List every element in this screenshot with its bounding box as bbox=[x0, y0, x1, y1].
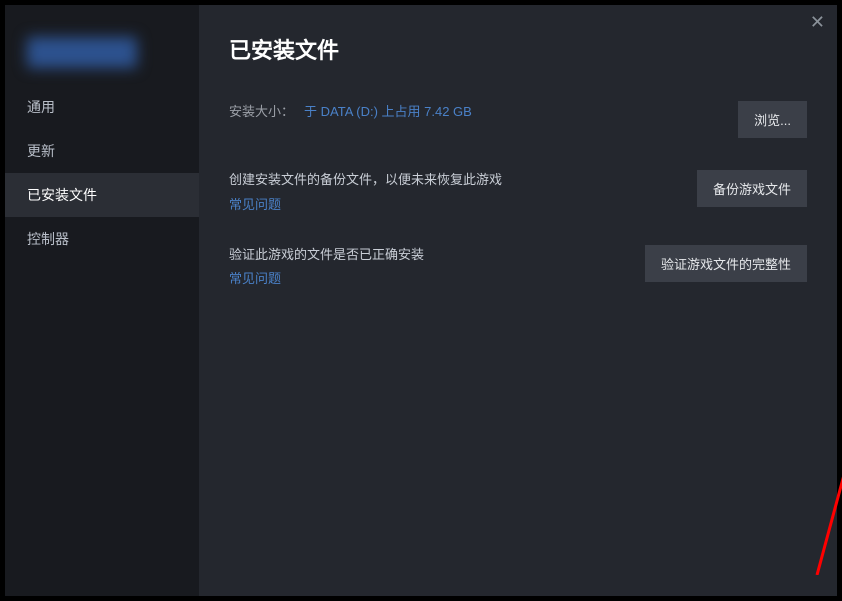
close-icon[interactable]: ✕ bbox=[810, 13, 825, 31]
sidebar: 通用 更新 已安装文件 控制器 bbox=[5, 5, 199, 596]
verify-faq-link[interactable]: 常见问题 bbox=[229, 268, 625, 287]
page-title: 已安装文件 bbox=[229, 33, 807, 65]
sidebar-item-controller[interactable]: 控制器 bbox=[5, 217, 199, 261]
browse-button[interactable]: 浏览... bbox=[738, 101, 807, 138]
install-size-label: 安装大小： bbox=[229, 101, 294, 120]
sidebar-item-updates[interactable]: 更新 bbox=[5, 129, 199, 173]
properties-window: 通用 更新 已安装文件 控制器 ✕ 已安装文件 安装大小： 于 DATA (D:)… bbox=[5, 5, 837, 596]
backup-button[interactable]: 备份游戏文件 bbox=[697, 170, 807, 207]
main-panel: ✕ 已安装文件 安装大小： 于 DATA (D:) 上占用 7.42 GB 浏览.… bbox=[199, 5, 837, 596]
install-size-value: 于 DATA (D:) 上占用 7.42 GB bbox=[304, 104, 472, 119]
backup-row: 创建安装文件的备份文件，以便未来恢复此游戏 常见问题 备份游戏文件 bbox=[229, 170, 807, 213]
sidebar-item-general[interactable]: 通用 bbox=[5, 85, 199, 129]
app-title-blurred bbox=[27, 37, 137, 68]
verify-row: 验证此游戏的文件是否已正确安装 常见问题 验证游戏文件的完整性 bbox=[229, 245, 807, 288]
install-size-row: 安装大小： 于 DATA (D:) 上占用 7.42 GB 浏览... bbox=[229, 101, 807, 138]
sidebar-item-installed-files[interactable]: 已安装文件 bbox=[5, 173, 199, 217]
backup-desc: 创建安装文件的备份文件，以便未来恢复此游戏 bbox=[229, 170, 677, 190]
backup-faq-link[interactable]: 常见问题 bbox=[229, 194, 677, 213]
verify-desc: 验证此游戏的文件是否已正确安装 bbox=[229, 245, 625, 265]
verify-button[interactable]: 验证游戏文件的完整性 bbox=[645, 245, 807, 282]
annotation-arrow bbox=[617, 255, 842, 575]
app-title-area bbox=[5, 23, 199, 85]
